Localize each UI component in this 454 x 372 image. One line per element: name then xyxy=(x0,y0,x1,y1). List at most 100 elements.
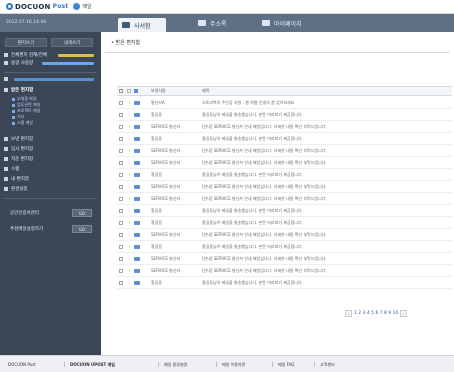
row-checkbox[interactable] xyxy=(119,233,123,237)
row-checkbox[interactable] xyxy=(119,209,123,213)
star-icon[interactable]: ☆ xyxy=(127,269,131,273)
star-icon[interactable]: ☆ xyxy=(127,221,131,225)
compose-button[interactable]: 편지쓰기 xyxy=(5,38,47,47)
star-icon[interactable]: ☆ xyxy=(127,149,131,153)
row-subject[interactable]: 홍길동님이 메일을 발송했습니다. 본문 미리보기 제공합니다. xyxy=(202,206,452,216)
sidebar-item-spam[interactable]: 스팸 xyxy=(4,166,19,173)
row-from: 발신자A xyxy=(151,100,165,105)
row-checkbox[interactable] xyxy=(119,113,123,117)
row-subject[interactable]: 홍길동님이 메일을 발송했습니다. 본문 미리보기 제공합니다. xyxy=(202,242,452,252)
row-subject[interactable]: [안내] SERVICE 발신자 안내 메일입니다. 자세한 내용 확인 부탁드… xyxy=(202,158,452,168)
star-icon[interactable]: ☆ xyxy=(127,137,131,141)
table-row[interactable]: ☆ SERVICE 발신자 [안내] SERVICE 발신자 안내 메일입니다. 자… xyxy=(117,230,452,241)
row-checkbox[interactable] xyxy=(119,269,123,273)
subfolder-etc[interactable]: 기타 xyxy=(12,114,24,119)
cert-manage-go-button[interactable]: GO xyxy=(72,209,92,217)
table-row[interactable]: ☆ 홍길동 홍길동님이 메일을 발송했습니다. 본문 미리보기 제공합니다. xyxy=(117,134,452,145)
table-row[interactable]: ☆ SERVICE 발신자 [안내] SERVICE 발신자 안내 메일입니다. 자… xyxy=(117,194,452,205)
table-row[interactable]: ☆ SERVICE 발신자 [안내] SERVICE 발신자 안내 메일입니다. 자… xyxy=(117,266,452,277)
row-subject[interactable]: [안내] SERVICE 발신자 안내 메일입니다. 자세한 내용 확인 부탁드… xyxy=(202,146,452,156)
subfolder-project[interactable]: 프로젝트 메일 xyxy=(12,108,40,113)
app-logo[interactable]: DOCUON Post 메일 xyxy=(6,2,92,11)
tab-mailbox[interactable]: 사서함 xyxy=(118,18,166,32)
row-subject[interactable]: [안내] SERVICE 발신자 안내 메일입니다. 자세한 내용 확인 부탁드… xyxy=(202,182,452,192)
page-prev-button[interactable]: ‹ xyxy=(345,309,352,317)
tab-addressbook[interactable]: 주소록 xyxy=(198,17,227,29)
page-numbers[interactable]: 1 2 3 4 5 6 7 8 9 10 xyxy=(354,311,398,316)
star-icon[interactable]: ☆ xyxy=(127,113,131,117)
row-checkbox[interactable] xyxy=(119,149,123,153)
footer-link-settings[interactable]: 메일 환경설정 xyxy=(164,361,187,368)
footer-link-faq[interactable]: 메일 FAQ xyxy=(278,361,294,368)
row-subject[interactable]: 홍길동님이 메일을 발송했습니다. 본문 미리보기 제공합니다. xyxy=(202,110,452,120)
envelope-header-icon xyxy=(134,89,138,93)
star-icon[interactable]: ☆ xyxy=(127,209,131,213)
row-checkbox[interactable] xyxy=(119,257,123,261)
footer-link-terms[interactable]: 메일 이용약관 xyxy=(222,361,245,368)
table-row[interactable]: ☆ 홍길동 홍길동님이 메일을 발송했습니다. 본문 미리보기 제공합니다. xyxy=(117,110,452,121)
table-row[interactable]: ☆ SERVICE 발신자 [안내] SERVICE 발신자 안내 메일입니다. 자… xyxy=(117,146,452,157)
table-row[interactable]: ☆ SERVICE 발신자 [안내] SERVICE 발신자 안내 메일입니다. 자… xyxy=(117,122,452,133)
envelope-icon xyxy=(134,137,140,141)
row-subject[interactable]: 홍길동님이 메일을 발송했습니다. 본문 미리보기 제공합니다. xyxy=(202,170,452,180)
sidebar-item-settings[interactable]: 환경설정 xyxy=(4,186,28,193)
row-checkbox[interactable] xyxy=(119,137,123,141)
sidebar-item-drafts[interactable]: 임시 편지함 xyxy=(4,146,33,153)
star-icon[interactable]: ☆ xyxy=(127,233,131,237)
row-checkbox[interactable] xyxy=(119,281,123,285)
row-subject[interactable]: [안내] SERVICE 발신자 안내 메일입니다. 자세한 내용 확인 부탁드… xyxy=(202,230,452,240)
row-subject[interactable]: [안내] SERVICE 발신자 안내 메일입니다. 자세한 내용 확인 부탁드… xyxy=(202,122,452,132)
column-from[interactable]: 보낸사람 xyxy=(151,88,166,94)
table-row[interactable]: ☆ SERVICE 발신자 [안내] SERVICE 발신자 안내 메일입니다. 자… xyxy=(117,158,452,169)
subfolder-absent[interactable]: 부재중 메일 xyxy=(12,96,37,101)
sidebar-item-myfolders[interactable]: 내 편지함 xyxy=(4,176,29,183)
sidebar-item-trash[interactable]: 지운 편지함 xyxy=(4,156,33,163)
star-icon[interactable]: ☆ xyxy=(127,161,131,165)
row-subject[interactable]: 홍길동님이 메일을 발송했습니다. 본문 미리보기 제공합니다. xyxy=(202,134,452,144)
table-row[interactable]: ☆ 발신자A 스토리북의 주인공 지원 : 봄 여름 인생의 봄 맞아보세요 xyxy=(117,98,452,109)
page-next-button[interactable]: › xyxy=(400,309,408,317)
recommend-mail-go-button[interactable]: GO xyxy=(72,225,92,233)
row-checkbox[interactable] xyxy=(119,185,123,189)
table-row[interactable]: ☆ 홍길동 홍길동님이 메일을 발송했습니다. 본문 미리보기 제공합니다. xyxy=(117,242,452,253)
sidebar-item-inbox[interactable]: 받은 편지함 xyxy=(4,87,33,94)
star-icon[interactable]: ☆ xyxy=(127,245,131,249)
row-checkbox[interactable] xyxy=(119,161,123,165)
row-subject[interactable]: [안내] SERVICE 발신자 안내 메일입니다. 자세한 내용 확인 부탁드… xyxy=(202,254,452,264)
row-checkbox[interactable] xyxy=(119,125,123,129)
footer-link-support[interactable]: 고객센터 xyxy=(320,361,335,368)
table-row[interactable]: ☆ 홍길동 홍길동님이 메일을 발송했습니다. 본문 미리보기 제공합니다. xyxy=(117,278,452,289)
table-row[interactable]: ☆ SERVICE 발신자 [안내] SERVICE 발신자 안내 메일입니다. 자… xyxy=(117,254,452,265)
row-checkbox[interactable] xyxy=(119,101,123,105)
row-subject[interactable]: 홍길동님이 메일을 발송했습니다. 본문 미리보기 제공합니다. xyxy=(202,218,452,228)
select-all-checkbox[interactable] xyxy=(119,89,123,93)
star-icon[interactable]: ☆ xyxy=(127,197,131,201)
row-checkbox[interactable] xyxy=(119,173,123,177)
tab-mypage[interactable]: 마이페이지 xyxy=(262,17,302,29)
row-subject[interactable]: [안내] SERVICE 발신자 안내 메일입니다. 자세한 내용 확인 부탁드… xyxy=(202,266,452,276)
folder-icon xyxy=(12,109,15,113)
row-checkbox[interactable] xyxy=(119,245,123,249)
star-icon[interactable]: ☆ xyxy=(127,281,131,285)
star-icon[interactable]: ☆ xyxy=(127,173,131,177)
row-subject[interactable]: [안내] SERVICE 발신자 안내 메일입니다. 자세한 내용 확인 부탁드… xyxy=(202,194,452,204)
write-to-self-button[interactable]: 내게쓰기 xyxy=(51,38,93,47)
star-icon[interactable]: ☆ xyxy=(127,185,131,189)
table-row[interactable]: ☆ 홍길동 홍길동님이 메일을 발송했습니다. 본문 미리보기 제공합니다. xyxy=(117,218,452,229)
footer-link-home[interactable]: DOCUON Post xyxy=(8,361,36,368)
row-checkbox[interactable] xyxy=(119,197,123,201)
subfolder-spam[interactable]: 스팸 메일 xyxy=(12,120,33,125)
table-row[interactable]: ☆ SERVICE 발신자 [안내] SERVICE 발신자 안내 메일입니다. 자… xyxy=(117,182,452,193)
row-subject[interactable]: 스토리북의 주인공 지원 : 봄 여름 인생의 봄 맞아보세요 xyxy=(202,98,452,108)
footer-link-upost[interactable]: DOCUON UPOST 메일 xyxy=(70,361,115,368)
subfolder-work[interactable]: 업무관련 메일 xyxy=(12,102,40,107)
table-row[interactable]: ☆ 홍길동 홍길동님이 메일을 발송했습니다. 본문 미리보기 제공합니다. xyxy=(117,206,452,217)
sidebar-item-sent[interactable]: 보낸 편지함 xyxy=(4,136,33,143)
star-icon[interactable]: ☆ xyxy=(127,125,131,129)
star-icon[interactable]: ☆ xyxy=(127,101,131,105)
row-subject[interactable]: 홍길동님이 메일을 발송했습니다. 본문 미리보기 제공합니다. xyxy=(202,278,452,288)
star-icon[interactable]: ☆ xyxy=(127,257,131,261)
row-checkbox[interactable] xyxy=(119,221,123,225)
table-row[interactable]: ☆ 홍길동 홍길동님이 메일을 발송했습니다. 본문 미리보기 제공합니다. xyxy=(117,170,452,181)
column-subject[interactable]: 제목 xyxy=(202,88,209,94)
